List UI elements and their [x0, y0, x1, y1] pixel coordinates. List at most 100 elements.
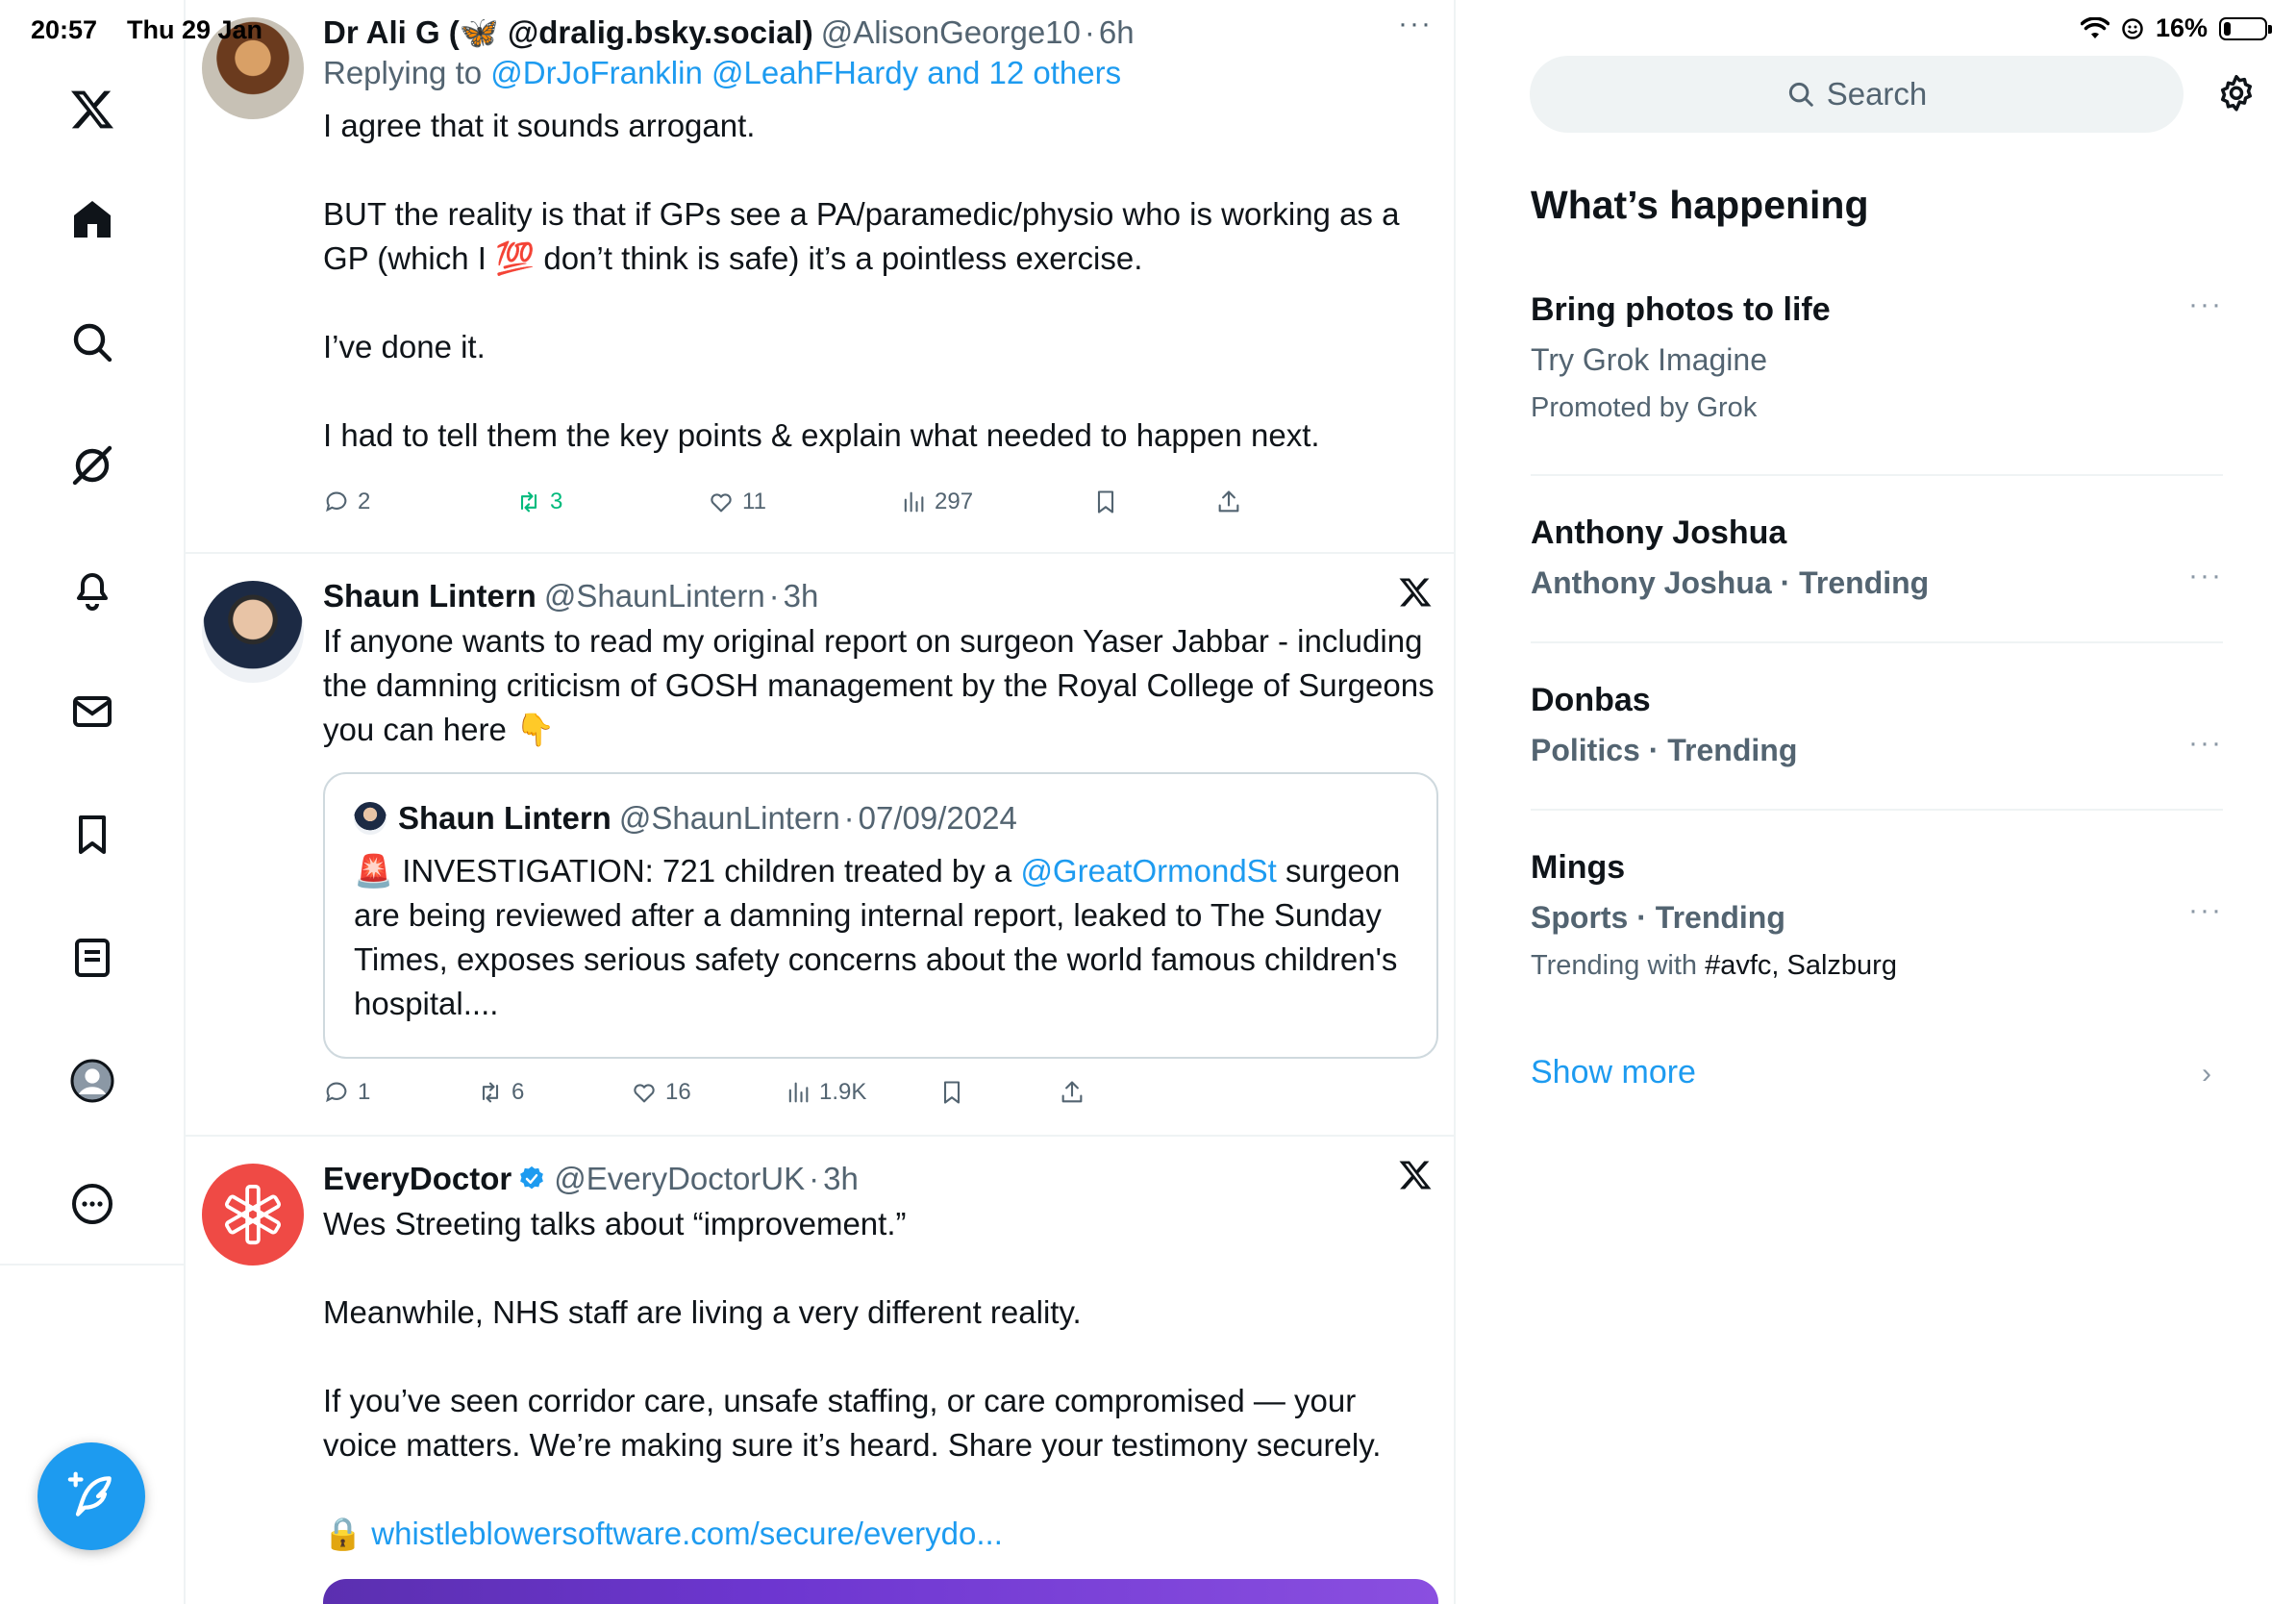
views-button[interactable]: 297 [900, 489, 973, 515]
everydoctor-logo-icon [224, 1184, 282, 1245]
trend-meta: Promoted by Grok [1531, 392, 1758, 423]
trend-subtitle: Anthony Joshua · Trending [1531, 565, 1930, 600]
repost-button[interactable]: 3 [515, 489, 562, 515]
notifications-icon[interactable] [62, 558, 123, 619]
tweet-time[interactable]: 3h [784, 577, 819, 615]
author-name[interactable]: EveryDoctor [323, 1160, 512, 1198]
timeline-feed: Dr Ali G (🦋 @dralig.bsky.social) @Alison… [186, 0, 1456, 1604]
tweet-paragraph: If you’ve seen corridor care, unsafe sta… [323, 1383, 1382, 1463]
quoted-date: 07/09/2024 [858, 800, 1017, 836]
tweet-media-image[interactable] [323, 1579, 1438, 1604]
status-time: 20:57 [31, 15, 98, 44]
quoted-text: 🚨 INVESTIGATION: 721 children treated by… [354, 849, 1408, 1026]
like-button[interactable]: 11 [708, 489, 766, 515]
search-icon[interactable] [62, 312, 123, 373]
like-count: 11 [742, 489, 766, 514]
author-handle[interactable]: @ShaunLintern [544, 577, 765, 615]
bookmark-button[interactable] [938, 1079, 965, 1106]
replying-to: Replying to @DrJoFranklin @LeahFHardy an… [323, 52, 1436, 94]
tweet-text: Wes Streeting talks about “improvement.”… [323, 1202, 1436, 1556]
quoted-text-start: 🚨 INVESTIGATION: 721 children treated by… [354, 853, 1012, 889]
home-icon[interactable] [62, 188, 123, 250]
tweet[interactable]: EveryDoctor @EveryDoctorUK · 3h Wes Stre… [186, 1137, 1454, 1604]
search-placeholder: Search [1826, 76, 1928, 112]
trend-item[interactable]: Bring photos to life Try Grok Imagine Pr… [1531, 288, 2223, 427]
repost-button[interactable]: 6 [477, 1079, 524, 1106]
trend-subtitle: Try Grok Imagine [1531, 342, 1767, 377]
battery-fill [2224, 21, 2232, 36]
views-button[interactable]: 1.9K [785, 1079, 866, 1106]
bookmarks-icon[interactable] [62, 804, 123, 865]
trend-title: Mings [1531, 849, 1626, 886]
show-more-link[interactable]: Show more [1531, 1054, 1696, 1091]
verified-badge-icon [520, 1165, 544, 1190]
status-bar: 20:57 Thu 29 Jan 16% [0, 0, 2296, 58]
trend-more-icon[interactable]: ··· [2188, 288, 2223, 321]
profile-icon[interactable] [62, 1050, 123, 1112]
repost-icon [520, 491, 537, 513]
quoted-avatar [354, 802, 387, 835]
replying-mentions[interactable]: @DrJoFranklin @LeahFHardy and 12 others [490, 55, 1121, 90]
tweet-body: EveryDoctor @EveryDoctorUK · 3h Wes Stre… [323, 1160, 1436, 1556]
share-icon [1061, 1081, 1083, 1103]
repost-count: 6 [512, 1079, 525, 1105]
quoted-author-handle: @ShaunLintern [618, 800, 840, 836]
tweet-link[interactable]: whistleblowersoftware.com/secure/everydo… [371, 1516, 1003, 1551]
like-count: 16 [665, 1079, 691, 1105]
heart-icon [634, 1084, 655, 1103]
author-handle[interactable]: @EveryDoctorUK [554, 1160, 805, 1198]
like-button[interactable]: 16 [631, 1079, 691, 1106]
compose-icon [67, 1471, 112, 1516]
trend-more-icon[interactable]: ··· [2188, 894, 2223, 927]
messages-icon[interactable] [62, 681, 123, 742]
tweet-body: Dr Ali G (🦋 @dralig.bsky.social) @Alison… [323, 13, 1436, 458]
reply-count: 1 [358, 1079, 371, 1105]
reply-button[interactable]: 1 [323, 1079, 370, 1106]
trend-title: Donbas [1531, 682, 1651, 718]
bookmark-button[interactable] [1092, 489, 1119, 515]
share-button[interactable] [1215, 489, 1242, 515]
trend-more-icon[interactable]: ··· [2188, 560, 2223, 592]
trend-meta-prefix: Trending with [1531, 950, 1698, 981]
tweet-paragraph: Wes Streeting talks about “improvement.” [323, 1206, 907, 1241]
avatar[interactable] [202, 1164, 304, 1266]
nav-divider [0, 1264, 186, 1266]
reply-button[interactable]: 2 [323, 489, 370, 515]
heart-icon [711, 493, 732, 513]
grok-icon[interactable] [62, 435, 123, 496]
author-name[interactable]: Shaun Lintern [323, 577, 537, 615]
trend-item[interactable]: Mings Sports · Trending Trending with #a… [1531, 846, 2223, 985]
quoted-mention[interactable]: @GreatOrmondSt [1020, 853, 1276, 889]
bookmark-icon [1097, 490, 1114, 514]
tweet-text: If anyone wants to read my original repo… [323, 623, 1435, 747]
quoted-tweet[interactable]: Shaun Lintern @ShaunLintern · 07/09/2024… [323, 772, 1438, 1059]
trend-item[interactable]: Donbas Politics · Trending ··· [1531, 679, 2223, 771]
tweet[interactable]: Shaun Lintern @ShaunLintern · 3h If anyo… [186, 554, 1454, 1137]
avatar[interactable] [202, 581, 304, 683]
tweet-time[interactable]: 3h [823, 1160, 859, 1198]
tweet[interactable]: Dr Ali G (🦋 @dralig.bsky.social) @Alison… [186, 0, 1454, 554]
lock-emoji: 🔒 [323, 1516, 363, 1551]
settings-gear-icon[interactable] [2215, 73, 2258, 115]
x-logo[interactable] [62, 79, 123, 140]
share-icon [1218, 490, 1239, 513]
share-button[interactable] [1059, 1079, 1086, 1106]
trend-item[interactable]: Anthony Joshua Anthony Joshua · Trending… [1531, 512, 2223, 604]
tweet-paragraph: Meanwhile, NHS staff are living a very d… [323, 1294, 1082, 1330]
right-sidebar: Search What’s happening Bring photos to … [1456, 0, 2296, 1604]
search-input[interactable]: Search [1530, 56, 2184, 133]
views-icon [904, 491, 924, 513]
trend-more-icon[interactable]: ··· [2188, 727, 2223, 760]
trend-subtitle: Politics · Trending [1531, 733, 1798, 767]
trend-meta-tags[interactable]: #avfc, Salzburg [1705, 950, 1897, 981]
lists-icon[interactable] [62, 927, 123, 989]
more-icon[interactable] [62, 1173, 123, 1235]
tweet-body: Shaun Lintern @ShaunLintern · 3h If anyo… [323, 577, 1436, 752]
view-count: 297 [935, 489, 974, 514]
repost-count: 3 [550, 489, 563, 514]
tweet-header: EveryDoctor @EveryDoctorUK · 3h [323, 1160, 1436, 1198]
trend-divider [1531, 641, 2223, 643]
trend-divider [1531, 809, 2223, 811]
quoted-author-name: Shaun Lintern [398, 800, 611, 836]
compose-button[interactable] [37, 1442, 145, 1550]
